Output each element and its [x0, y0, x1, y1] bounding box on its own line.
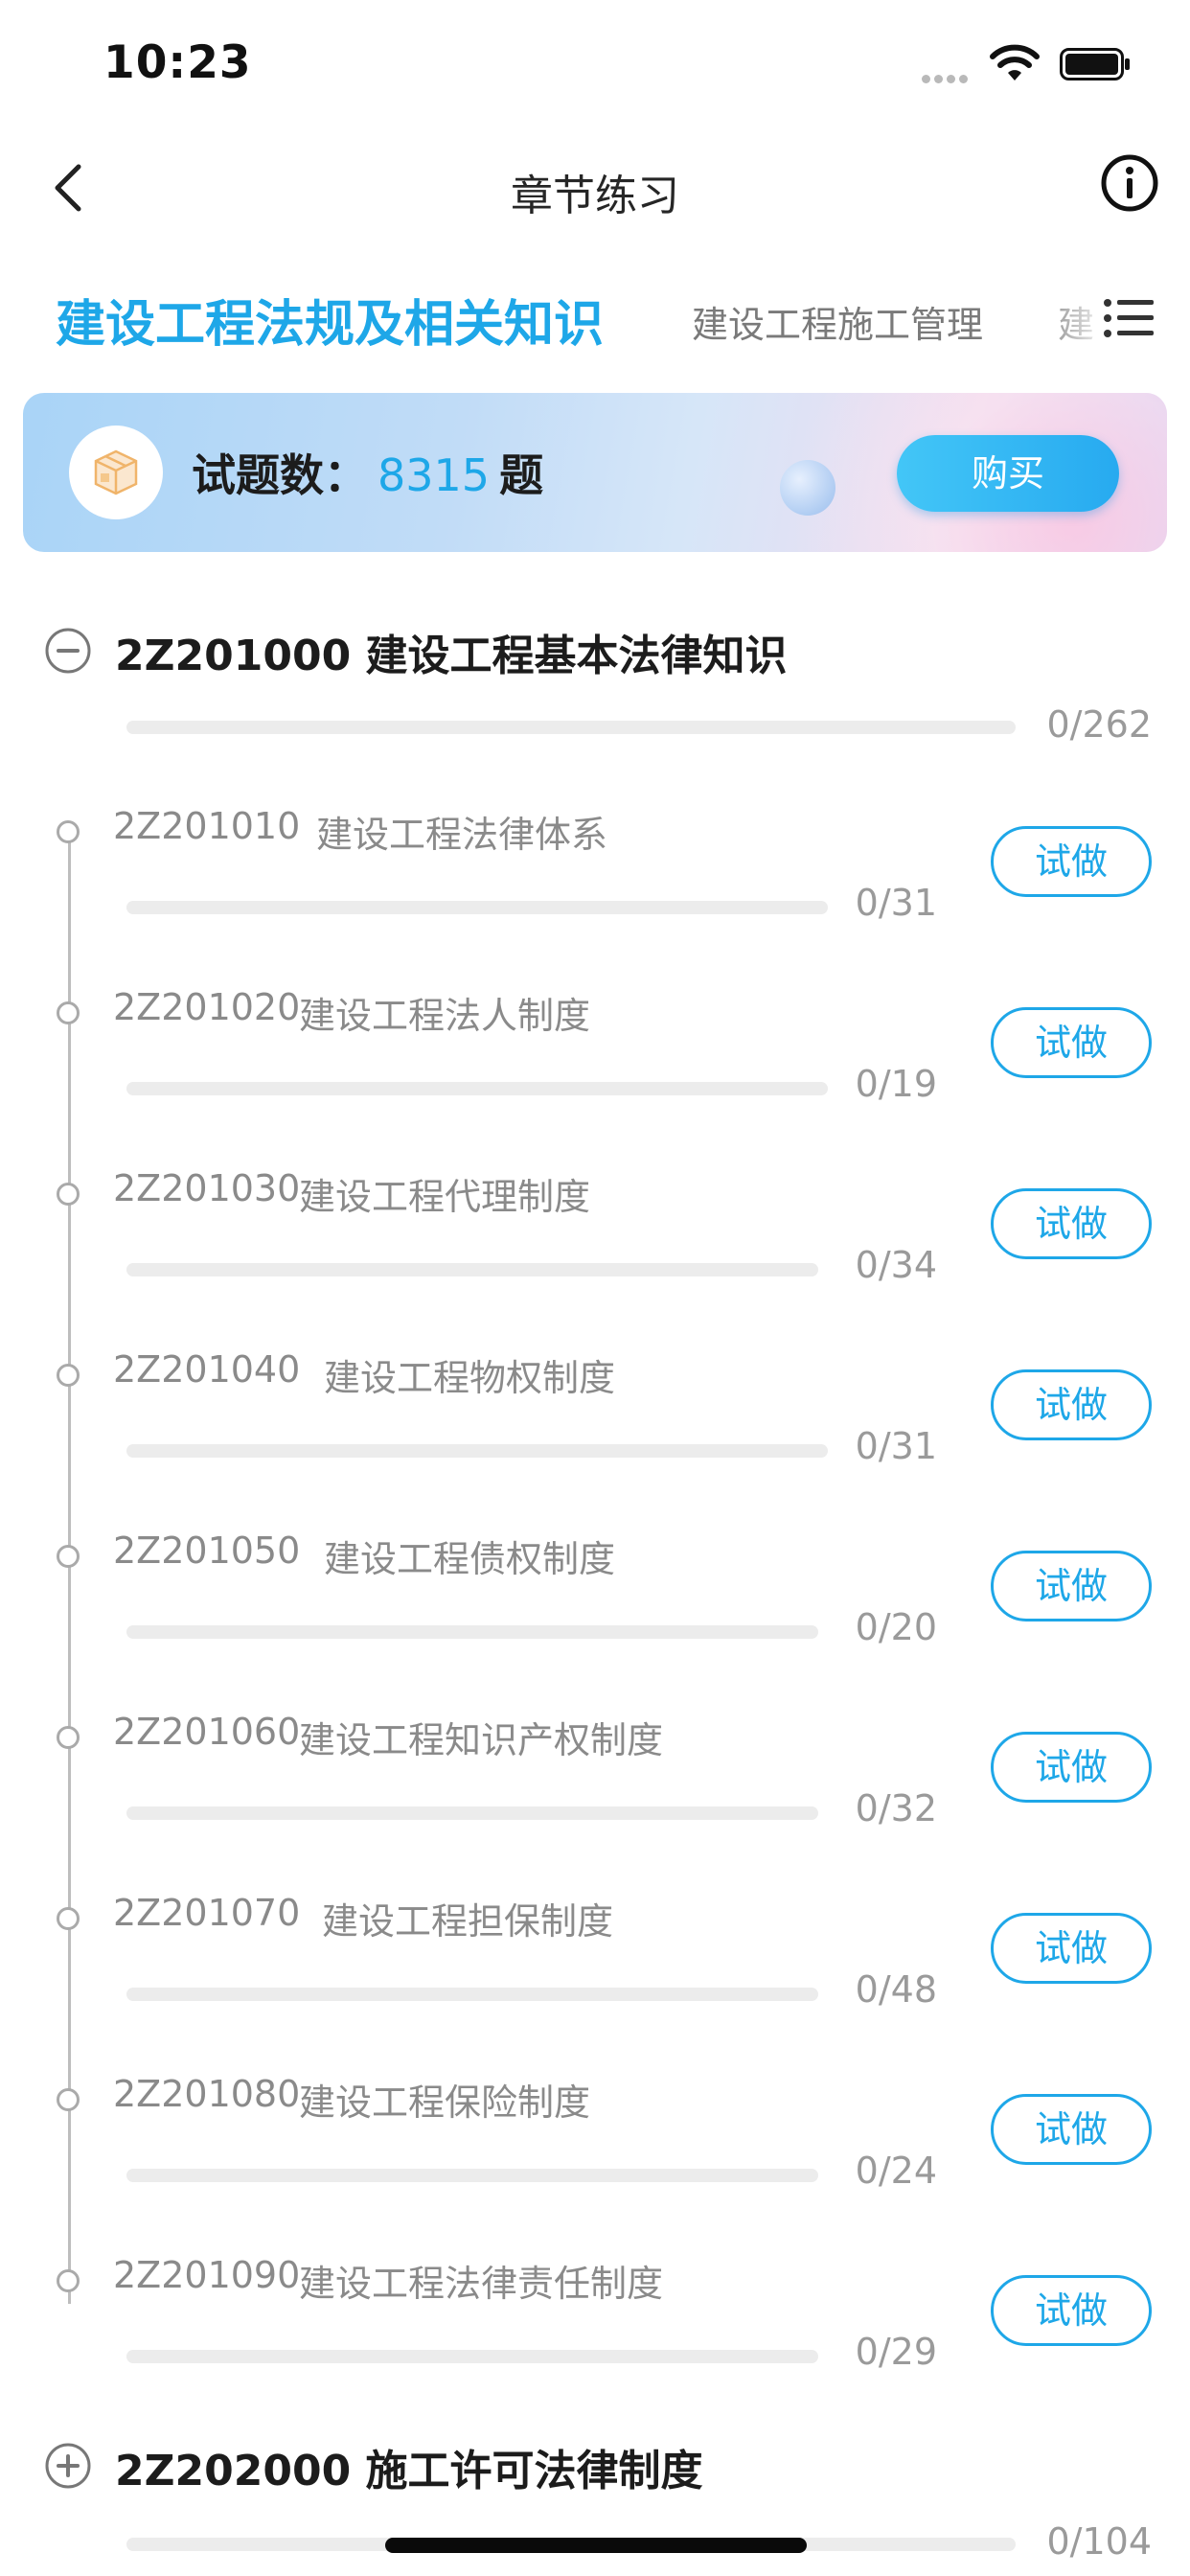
timeline-dot	[57, 1183, 80, 1206]
section-progress-bar	[126, 1082, 828, 1095]
section-progress-bar	[126, 1806, 818, 1820]
minus-circle-icon[interactable]	[44, 627, 92, 675]
chapter-progress-bar	[126, 721, 1016, 734]
question-count-label: 试题数：	[192, 449, 368, 501]
tab-fade-overlay	[1035, 272, 1111, 364]
section-progress-count: 0/34	[855, 1244, 937, 1286]
subject-tabs: 建设工程法规及相关知识 建设工程施工管理 建	[0, 272, 1190, 364]
cellular-signal-icon	[922, 69, 972, 87]
chapter-progress-count: 0/262	[1046, 703, 1152, 746]
section-progress-bar	[126, 1263, 818, 1276]
section-item[interactable]: 2Z201090 建设工程法律责任制度 0/29 试做	[0, 2254, 1190, 2451]
question-count-banner: 试题数： 8315 题 购买	[23, 393, 1167, 552]
section-progress-bar	[126, 1988, 818, 2001]
section-progress-bar	[126, 1625, 818, 1639]
try-button[interactable]: 试做	[991, 826, 1152, 897]
section-code: 2Z201090	[113, 2254, 301, 2296]
section-item[interactable]: 2Z201040 建设工程物权制度 0/31 试做	[0, 1348, 1190, 1546]
section-progress-bar	[126, 2350, 818, 2363]
section-title: 建设工程保险制度	[299, 2082, 591, 2124]
timeline-dot	[57, 1545, 80, 1568]
section-title: 建设工程知识产权制度	[299, 1719, 664, 1761]
page-title: 章节练习	[511, 172, 679, 220]
section-code: 2Z201010	[113, 805, 301, 847]
section-progress-bar	[126, 901, 828, 914]
timeline-dot	[57, 820, 80, 843]
status-time: 10:23	[103, 36, 252, 89]
section-item[interactable]: 2Z201010 建设工程法律体系 0/31 试做	[0, 805, 1190, 1002]
chapter-title: 2Z202000 施工许可法律制度	[115, 2447, 703, 2496]
timeline-dot	[57, 1907, 80, 1930]
nav-bar: 章节练习	[0, 134, 1190, 240]
section-code: 2Z201070	[113, 1892, 301, 1934]
section-item[interactable]: 2Z201070 建设工程担保制度 0/48 试做	[0, 1892, 1190, 2089]
section-progress-bar	[126, 2169, 818, 2182]
try-button[interactable]: 试做	[991, 1188, 1152, 1259]
section-code: 2Z201080	[113, 2073, 301, 2115]
banner-icon-badge	[69, 426, 163, 519]
section-title: 建设工程代理制度	[299, 1176, 591, 1218]
timeline-dot	[57, 1001, 80, 1024]
question-count-text: 试题数： 8315 题	[192, 441, 543, 504]
package-box-icon	[94, 449, 138, 495]
section-code: 2Z201040	[113, 1348, 301, 1391]
section-progress-bar	[126, 1444, 828, 1458]
section-progress-count: 0/32	[855, 1787, 937, 1829]
section-item[interactable]: 2Z201020 建设工程法人制度 0/19 试做	[0, 986, 1190, 1184]
section-progress-count: 0/31	[855, 1425, 937, 1467]
section-item[interactable]: 2Z201030 建设工程代理制度 0/34 试做	[0, 1167, 1190, 1365]
try-button[interactable]: 试做	[991, 2275, 1152, 2346]
section-item[interactable]: 2Z201050 建设工程债权制度 0/20 试做	[0, 1530, 1190, 1727]
chapter-progress-count: 0/104	[1046, 2520, 1152, 2563]
section-title: 建设工程法律责任制度	[299, 2263, 664, 2305]
section-title: 建设工程担保制度	[322, 1900, 614, 1943]
section-title: 建设工程法律体系	[316, 814, 608, 856]
chapter-practice-screen: 10:23 章节练习 建设工程法规及相关知识 建设工程施工管理 建	[0, 0, 1190, 2576]
question-count-unit: 题	[499, 449, 544, 501]
chapter-header[interactable]: 2Z201000 建设工程基本法律知识 0/262	[0, 627, 1190, 751]
status-bar: 10:23	[0, 0, 1190, 126]
section-progress-count: 0/20	[855, 1606, 937, 1648]
section-progress-count: 0/48	[855, 1968, 937, 2011]
try-button[interactable]: 试做	[991, 2094, 1152, 2165]
section-code: 2Z201060	[113, 1711, 301, 1753]
tab-construction-management[interactable]: 建设工程施工管理	[692, 295, 983, 348]
section-progress-count: 0/24	[855, 2150, 937, 2192]
plus-circle-icon[interactable]	[44, 2442, 92, 2490]
timeline-dot	[57, 1726, 80, 1749]
section-progress-count: 0/19	[855, 1063, 937, 1105]
section-title: 建设工程物权制度	[324, 1357, 616, 1399]
battery-icon	[1060, 48, 1130, 80]
section-progress-count: 0/29	[855, 2331, 937, 2373]
try-button[interactable]: 试做	[991, 1551, 1152, 1622]
list-menu-icon[interactable]	[1102, 295, 1156, 341]
tab-regulations[interactable]: 建设工程法规及相关知识	[56, 284, 604, 356]
section-title: 建设工程债权制度	[324, 1538, 616, 1580]
section-code: 2Z201050	[113, 1530, 301, 1572]
timeline-dot	[57, 2269, 80, 2292]
timeline-dot	[57, 1364, 80, 1387]
section-code: 2Z201030	[113, 1167, 301, 1209]
banner-decoration-ball	[780, 460, 835, 516]
try-button[interactable]: 试做	[991, 1369, 1152, 1440]
section-item[interactable]: 2Z201060 建设工程知识产权制度 0/32 试做	[0, 1711, 1190, 1908]
info-circle-icon[interactable]	[1100, 153, 1159, 213]
buy-button[interactable]: 购买	[897, 435, 1119, 512]
chapter-header[interactable]: 2Z202000 施工许可法律制度 0/104	[0, 2442, 1190, 2576]
section-title: 建设工程法人制度	[299, 995, 591, 1037]
try-button[interactable]: 试做	[991, 1007, 1152, 1078]
home-indicator	[385, 2538, 807, 2553]
wifi-icon	[990, 44, 1040, 80]
timeline-dot	[57, 2088, 80, 2111]
section-progress-count: 0/31	[855, 882, 937, 924]
question-count-value: 8315	[378, 449, 491, 501]
section-code: 2Z201020	[113, 986, 301, 1028]
try-button[interactable]: 试做	[991, 1913, 1152, 1984]
chapter-title: 2Z201000 建设工程基本法律知识	[115, 632, 788, 680]
try-button[interactable]: 试做	[991, 1732, 1152, 1803]
section-item[interactable]: 2Z201080 建设工程保险制度 0/24 试做	[0, 2073, 1190, 2270]
